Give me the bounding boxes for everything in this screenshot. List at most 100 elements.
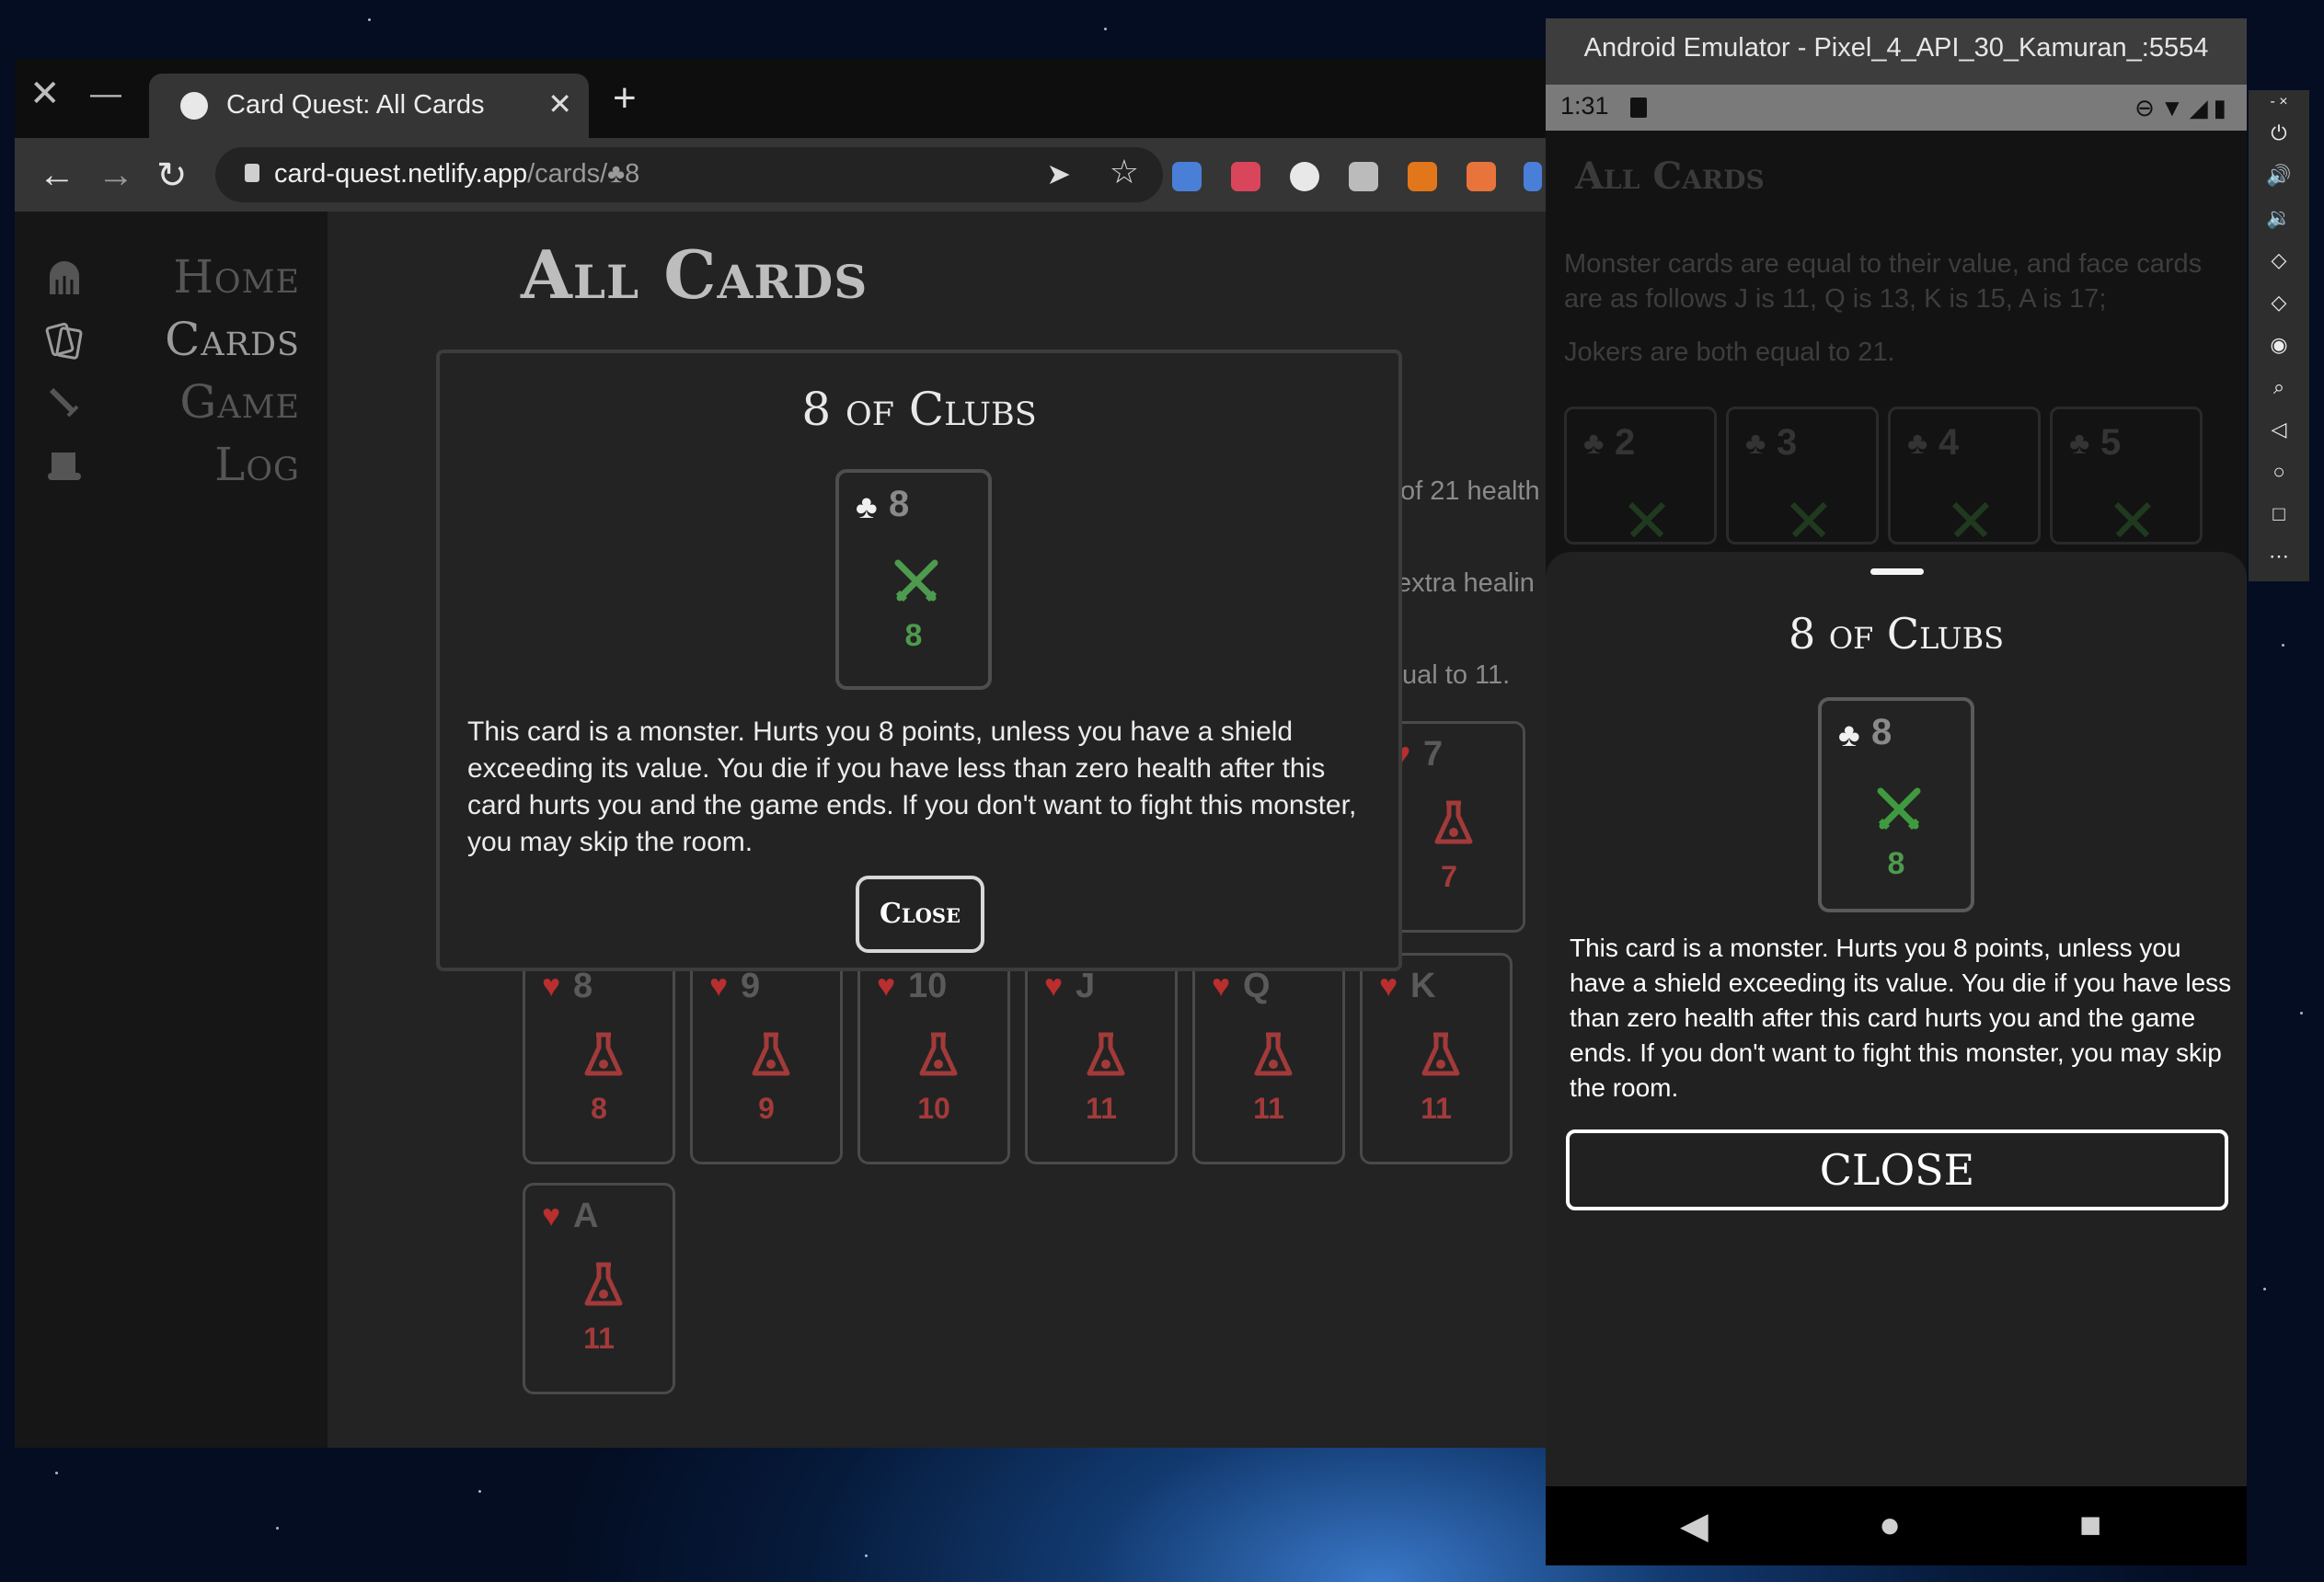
reload-icon[interactable]: ↻: [156, 155, 188, 197]
heart-icon: ♥: [1379, 969, 1398, 1003]
sidebar-item-cards[interactable]: Cards: [15, 307, 300, 370]
card-rank: 4: [1939, 422, 1960, 463]
sidebar-item-label: Log: [214, 438, 300, 491]
sheet-title: 8 of Clubs: [1788, 609, 2005, 659]
back-icon[interactable]: ←: [39, 155, 75, 196]
heart-icon: ♥: [1044, 969, 1064, 1003]
extension-icon[interactable]: [1290, 162, 1319, 191]
card-hearts-k[interactable]: ♥ K 11: [1360, 953, 1513, 1164]
card-rank: 8: [1871, 712, 1893, 752]
extension-icon-partial[interactable]: [1524, 162, 1542, 191]
send-to-devices-icon[interactable]: ➤: [1046, 156, 1071, 191]
card-description: This card is a monster. Hurts you 8 poin…: [467, 716, 1357, 857]
new-tab-button[interactable]: +: [613, 75, 637, 121]
android-status-bar: 1:31 ⊖▼◢▮: [1546, 85, 2247, 131]
sidebar-item-label: Cards: [165, 313, 300, 366]
card-rank: 10: [908, 967, 948, 1005]
intro-text: Monster cards are equal to their value, …: [1564, 249, 2203, 314]
potion-flask-icon: [919, 1032, 958, 1076]
emulator-titlebar: Android Emulator - Pixel_4_API_30_Kamura…: [1546, 18, 2247, 85]
sheet-drag-handle[interactable]: [1870, 568, 1924, 575]
card-hearts-8[interactable]: ♥ 8 8: [523, 953, 675, 1164]
card-rank: 2: [1615, 422, 1636, 463]
window-minimize-button[interactable]: —: [90, 75, 121, 112]
card-rank: 5: [2100, 422, 2122, 463]
forward-icon[interactable]: →: [98, 155, 134, 196]
sidebar-item-game[interactable]: Game: [15, 370, 300, 432]
volume-down-icon[interactable]: 🔉: [2249, 206, 2309, 230]
back-triangle-icon[interactable]: ◀: [1680, 1505, 1708, 1547]
card-value: 8: [1887, 846, 1905, 881]
card-detail-bottom-sheet: 8 of Clubs ♣ 8 8 This card is a monster.…: [1546, 552, 2247, 1486]
side-window-controls[interactable]: - ×: [2249, 94, 2309, 110]
heart-icon: ♥: [542, 969, 561, 1003]
address-bar[interactable]: card-quest.netlify.app/cards/♣8 ➤ ☆: [215, 147, 1163, 202]
card-clubs-3[interactable]: ♣ 3: [1726, 407, 1879, 545]
recents-square-icon[interactable]: ■: [2079, 1505, 2101, 1546]
power-icon[interactable]: ⏻: [2249, 121, 2309, 145]
intro-text-fragment: ual to 11.: [1402, 660, 1511, 690]
close-button[interactable]: Close: [856, 876, 984, 953]
card-value: 8: [591, 1092, 607, 1125]
pocket-extension-icon[interactable]: [1231, 162, 1260, 191]
potion-flask-icon: [1421, 1032, 1460, 1076]
heart-icon: ♥: [1212, 969, 1231, 1003]
volume-up-icon[interactable]: 🔊: [2249, 164, 2309, 188]
crossed-swords-icon: [1951, 501, 1990, 538]
card-rank: 8: [889, 484, 910, 524]
rotate-right-icon[interactable]: ◇: [2249, 291, 2309, 315]
metamask-extension-icon[interactable]: [1408, 162, 1437, 191]
crossed-swords-icon: [1789, 501, 1828, 538]
card-rank: A: [573, 1197, 599, 1235]
card-clubs-4[interactable]: ♣ 4: [1888, 407, 2041, 545]
android-nav-bar: ◀ ● ■: [1546, 1486, 2247, 1565]
potion-flask-icon: [1434, 800, 1473, 844]
home-circle-icon[interactable]: ●: [1879, 1505, 1901, 1546]
page-title: All Cards: [1575, 155, 1765, 198]
bookmark-star-icon[interactable]: ☆: [1110, 153, 1139, 191]
back-icon[interactable]: ◁: [2249, 418, 2309, 441]
sidebar-item-log[interactable]: Log: [15, 432, 300, 495]
card-hearts-a[interactable]: ♥ A 11: [523, 1183, 675, 1394]
heart-icon: ♥: [877, 969, 896, 1003]
card-hearts-10[interactable]: ♥ 10 10: [857, 953, 1010, 1164]
megaphone-extension-icon[interactable]: [1467, 162, 1496, 191]
tab-close-button[interactable]: ✕: [547, 86, 572, 121]
card-value: 10: [917, 1092, 950, 1125]
card-value: 9: [758, 1092, 775, 1125]
sidebar-item-label: Home: [173, 250, 300, 304]
window-close-button[interactable]: ✕: [29, 75, 61, 112]
sidebar-item-label: Game: [179, 375, 300, 429]
phone-screen: All Cards Monster cards are equal to the…: [1546, 131, 2247, 1486]
card-clubs-5[interactable]: ♣ 5: [2050, 407, 2203, 545]
sidebar-item-home[interactable]: Home: [15, 245, 300, 307]
url-text: card-quest.netlify.app/cards/♣8: [274, 159, 640, 189]
page-title: All Cards: [521, 235, 869, 314]
card-value: 8: [904, 618, 923, 653]
modal-title: 8 of Clubs: [801, 383, 1037, 436]
close-button[interactable]: CLOSE: [1566, 1129, 2228, 1210]
glasses-extension-icon[interactable]: [1349, 162, 1378, 191]
more-icon[interactable]: ⋯: [2249, 545, 2309, 568]
translate-extension-icon[interactable]: [1172, 162, 1202, 191]
home-icon[interactable]: ○: [2249, 460, 2309, 484]
overview-icon[interactable]: □: [2249, 502, 2309, 526]
club-icon: ♣: [1907, 426, 1928, 461]
card-hearts-q[interactable]: ♥ Q 11: [1192, 953, 1345, 1164]
camera-icon[interactable]: ◉: [2249, 333, 2309, 357]
card-clubs-8: ♣ 8 8: [1818, 697, 1974, 912]
lock-icon: [245, 164, 259, 182]
club-icon: ♣: [2069, 426, 2090, 461]
club-icon: ♣: [1583, 426, 1605, 461]
card-rank: J: [1076, 967, 1096, 1005]
card-hearts-9[interactable]: ♥ 9 9: [690, 953, 843, 1164]
card-value: 11: [1421, 1092, 1452, 1125]
zoom-icon[interactable]: ⌕: [2249, 375, 2309, 399]
card-hearts-j[interactable]: ♥ J 11: [1025, 953, 1178, 1164]
card-clubs-2[interactable]: ♣ 2: [1564, 407, 1717, 545]
browser-window: ✕ — Card Quest: All Cards ✕ + ← → ↻ card…: [15, 59, 1546, 1448]
club-icon: ♣: [1745, 426, 1766, 461]
rotate-left-icon[interactable]: ◇: [2249, 248, 2309, 272]
tab-card-quest[interactable]: Card Quest: All Cards ✕: [149, 74, 589, 138]
status-time: 1:31: [1560, 92, 1609, 120]
